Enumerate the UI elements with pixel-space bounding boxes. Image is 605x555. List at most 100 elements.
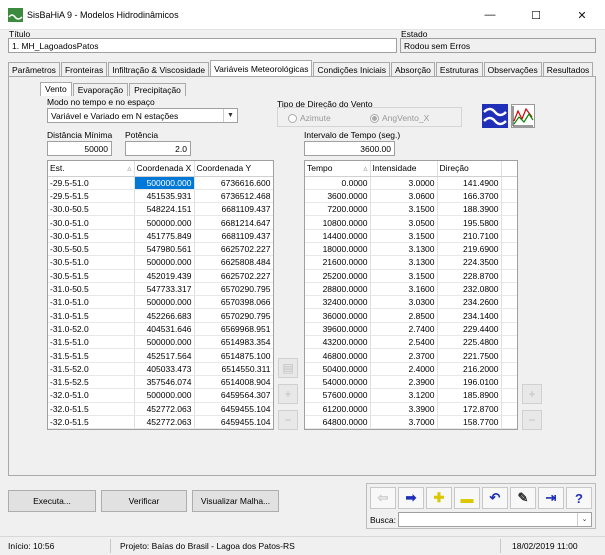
table-cell[interactable]: 25200.0000 <box>305 269 371 283</box>
table-cell[interactable]: 229.4400 <box>437 322 502 337</box>
close-button[interactable]: ✕ <box>559 0 605 30</box>
maximize-button[interactable]: ☐ <box>513 0 559 30</box>
table-row[interactable]: 39600.0000 2.7400 229.4400 <box>305 322 517 337</box>
potencia-field[interactable]: 2.0 <box>125 141 191 156</box>
table-cell[interactable]: -31.5-52.0 <box>48 362 135 376</box>
table-row[interactable]: 18000.0000 3.1300 219.6900 <box>305 242 517 257</box>
table-cell[interactable]: 2.4000 <box>370 362 438 376</box>
table-row[interactable]: 50400.0000 2.4000 216.2000 <box>305 362 517 376</box>
tab-observacoes[interactable]: Observações <box>483 62 542 77</box>
visualizar-malha-button[interactable]: Visualizar Malha... <box>192 490 279 512</box>
subtab-vento[interactable]: Vento <box>40 82 72 96</box>
table-row[interactable]: 32400.0000 3.0300 234.2600 <box>305 295 517 310</box>
column-header-tempo[interactable]: Tempo ▵ <box>305 161 371 177</box>
table-cell[interactable]: -30.0-51.0 <box>48 215 135 230</box>
table-row[interactable]: 21600.0000 3.1300 224.3500 <box>305 255 517 270</box>
remove-button[interactable]: ▬ <box>454 487 480 509</box>
table-row[interactable]: -30.5-51.5 452019.439 6625702.227 <box>48 269 273 283</box>
column-header-coord-y[interactable]: Coordenada Y <box>194 161 273 177</box>
table-cell[interactable]: 21600.0000 <box>305 255 371 270</box>
table-cell[interactable]: -29.5-51.5 <box>48 189 135 204</box>
table-cell[interactable]: 14400.0000 <box>305 229 371 243</box>
table-cell[interactable]: 196.0100 <box>437 375 502 390</box>
table-cell[interactable]: 452517.564 <box>134 348 195 363</box>
table-row[interactable]: -30.5-50.5 547980.561 6625702.227 <box>48 242 273 257</box>
table-cell[interactable]: 452772.063 <box>134 415 195 429</box>
column-header-est[interactable]: Est. ▵ <box>48 161 135 177</box>
map-wave-icon[interactable] <box>482 104 508 128</box>
table-cell[interactable]: 452266.683 <box>134 308 195 323</box>
executa-button[interactable]: Executa... <box>8 490 96 512</box>
table-cell[interactable]: 451535.931 <box>134 189 195 204</box>
tab-infiltracao[interactable]: Infiltração & Viscosidade <box>108 62 210 77</box>
table-cell[interactable]: 172.8700 <box>437 402 502 416</box>
table-row[interactable]: -31.5-51.5 452517.564 6514875.100 <box>48 348 273 363</box>
table-row[interactable]: -31.0-50.5 547733.317 6570290.795 <box>48 282 273 297</box>
table-cell[interactable]: 7200.0000 <box>305 202 371 217</box>
table-row[interactable]: 14400.0000 3.1500 210.7100 <box>305 229 517 243</box>
forward-button[interactable]: ➡ <box>398 487 424 509</box>
table-row[interactable]: 28800.0000 3.1600 232.0800 <box>305 282 517 297</box>
table-cell[interactable]: 6736616.600 <box>194 176 273 190</box>
table-cell[interactable]: 6459455.104 <box>194 415 273 429</box>
add-station-button[interactable]: + <box>278 384 298 404</box>
table-cell[interactable]: -31.5-51.0 <box>48 335 135 350</box>
table-row[interactable]: -30.5-51.0 500000.000 6625808.484 <box>48 255 273 270</box>
timeseries-grid[interactable]: Tempo ▵ Intensidade Direção 0.0000 3.0000 1… <box>304 160 518 430</box>
table-cell[interactable]: 2.5400 <box>370 335 438 350</box>
table-cell[interactable]: -31.0-52.0 <box>48 322 135 337</box>
table-cell[interactable]: 6459564.307 <box>194 388 273 403</box>
table-cell[interactable]: 500000.000 <box>134 176 195 190</box>
table-cell[interactable]: 500000.000 <box>134 295 195 310</box>
table-row[interactable]: 3600.0000 3.0600 166.3700 <box>305 189 517 204</box>
table-cell[interactable]: 500000.000 <box>134 388 195 403</box>
table-cell[interactable]: 452772.063 <box>134 402 195 416</box>
column-header-coord-x[interactable]: Coordenada X <box>134 161 195 177</box>
table-cell[interactable]: 54000.0000 <box>305 375 371 390</box>
table-row[interactable]: -31.5-51.0 500000.000 6514983.354 <box>48 335 273 350</box>
table-row[interactable]: -31.0-51.0 500000.000 6570398.066 <box>48 295 273 310</box>
table-cell[interactable]: 6681109.437 <box>194 202 273 217</box>
stations-grid[interactable]: Est. ▵ Coordenada X Coordenada Y -29.5-51… <box>47 160 274 430</box>
tab-resultados[interactable]: Resultados <box>542 62 594 77</box>
table-cell[interactable]: 6570290.795 <box>194 282 273 297</box>
table-row[interactable]: -32.0-51.5 452772.063 6459455.104 <box>48 402 273 416</box>
table-cell[interactable]: -31.5-51.5 <box>48 348 135 363</box>
subtab-evaporacao[interactable]: Evaporação <box>72 83 129 96</box>
help-button[interactable]: ? <box>566 487 592 509</box>
column-header-direcao[interactable]: Direção <box>437 161 502 177</box>
table-cell[interactable]: 6514875.100 <box>194 348 273 363</box>
add-row-button[interactable]: + <box>522 384 542 404</box>
table-cell[interactable]: 3.1600 <box>370 282 438 297</box>
table-cell[interactable]: 221.7500 <box>437 348 502 363</box>
table-row[interactable]: 7200.0000 3.1500 188.3900 <box>305 202 517 217</box>
subtab-precipitacao[interactable]: Precipitação <box>129 83 186 96</box>
table-cell[interactable]: 2.3900 <box>370 375 438 390</box>
table-cell[interactable]: -30.5-51.0 <box>48 255 135 270</box>
table-cell[interactable]: 6736512.468 <box>194 189 273 204</box>
table-cell[interactable]: 3.3900 <box>370 402 438 416</box>
table-cell[interactable]: -32.0-51.5 <box>48 402 135 416</box>
table-row[interactable]: 61200.0000 3.3900 172.8700 <box>305 402 517 416</box>
table-cell[interactable]: -31.0-51.0 <box>48 295 135 310</box>
table-cell[interactable]: 3.1500 <box>370 269 438 283</box>
table-cell[interactable]: 500000.000 <box>134 255 195 270</box>
tab-estruturas[interactable]: Estruturas <box>435 62 483 77</box>
edit-button[interactable]: ✎ <box>510 487 536 509</box>
table-cell[interactable]: 10800.0000 <box>305 215 371 230</box>
table-cell[interactable]: 547733.317 <box>134 282 195 297</box>
table-cell[interactable]: 452019.439 <box>134 269 195 283</box>
remove-station-button[interactable]: − <box>278 410 298 430</box>
verificar-button[interactable]: Verificar <box>101 490 187 512</box>
table-row[interactable]: 46800.0000 2.3700 221.7500 <box>305 348 517 363</box>
table-row[interactable]: -32.0-51.5 452772.063 6459455.104 <box>48 415 273 429</box>
tab-absorcao[interactable]: Absorção <box>391 62 435 77</box>
table-cell[interactable]: 500000.000 <box>134 335 195 350</box>
table-cell[interactable]: 225.4800 <box>437 335 502 350</box>
distancia-field[interactable]: 50000 <box>47 141 112 156</box>
tab-parametros[interactable]: Parâmetros <box>8 62 60 77</box>
table-row[interactable]: 64800.0000 3.7000 158.7700 <box>305 415 517 429</box>
table-cell[interactable]: 18000.0000 <box>305 242 371 257</box>
table-cell[interactable]: 43200.0000 <box>305 335 371 350</box>
table-cell[interactable]: 2.7400 <box>370 322 438 337</box>
